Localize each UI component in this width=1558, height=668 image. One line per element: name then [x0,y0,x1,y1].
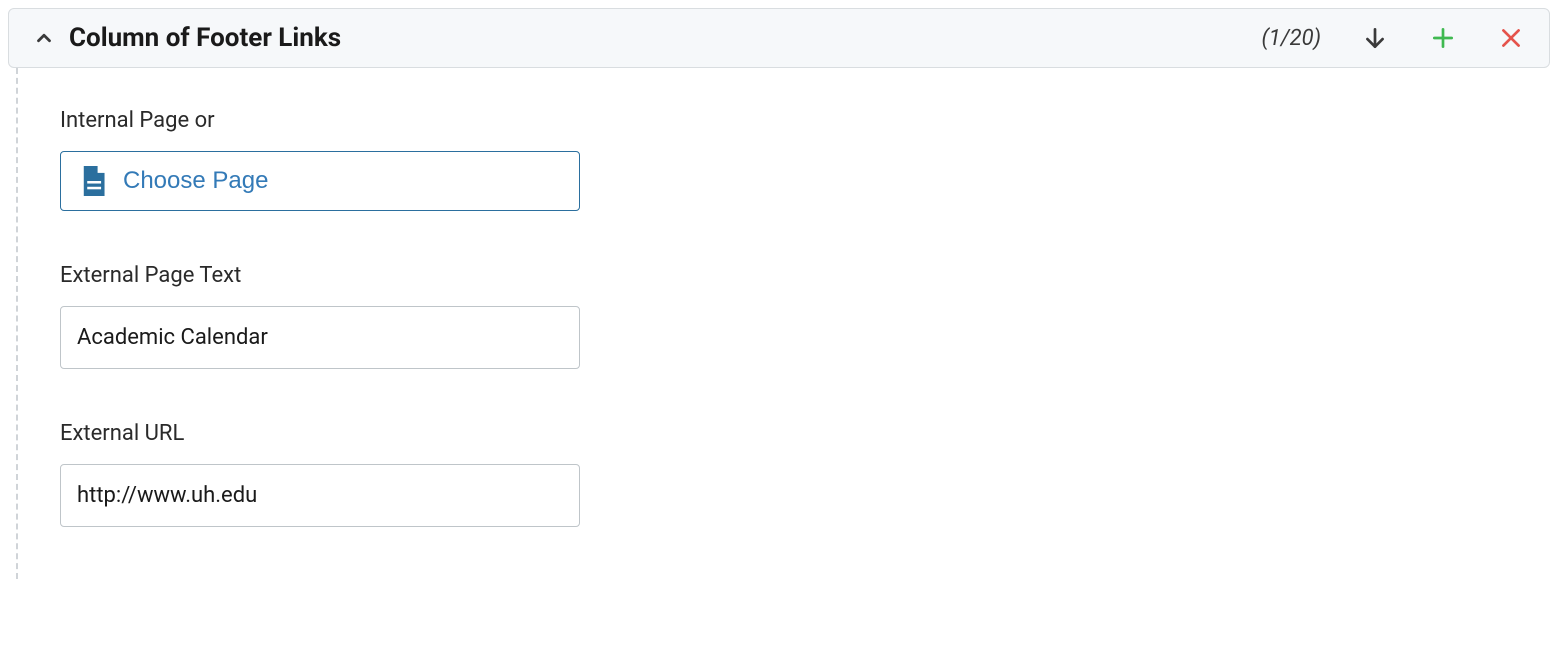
choose-page-button[interactable]: Choose Page [60,151,580,211]
page-icon [79,166,107,196]
external-url-input[interactable] [60,464,580,527]
tree-line [16,68,60,579]
item-counter: (1/20) [1261,26,1321,51]
internal-page-label: Internal Page or [60,108,1550,133]
panel-header-right: (1/20) [1261,24,1525,52]
panel-header-left: Column of Footer Links [33,23,341,53]
add-button[interactable] [1429,24,1457,52]
arrow-down-icon [1362,25,1388,51]
panel-title: Column of Footer Links [69,23,341,53]
plus-icon [1430,25,1456,51]
panel-header: Column of Footer Links (1/20) [8,8,1550,68]
collapse-toggle[interactable] [33,27,55,49]
choose-page-label: Choose Page [123,167,268,195]
delete-button[interactable] [1497,24,1525,52]
external-text-field: External Page Text [60,263,1550,369]
internal-page-field: Internal Page or Choose Page [60,108,1550,211]
chevron-up-icon [33,27,55,49]
external-text-input[interactable] [60,306,580,369]
panel-body: Internal Page or Choose Page External Pa… [8,68,1550,579]
external-text-label: External Page Text [60,263,1550,288]
external-url-field: External URL [60,421,1550,527]
form-area: Internal Page or Choose Page External Pa… [60,68,1550,579]
move-down-button[interactable] [1361,24,1389,52]
external-url-label: External URL [60,421,1550,446]
close-icon [1498,25,1524,51]
